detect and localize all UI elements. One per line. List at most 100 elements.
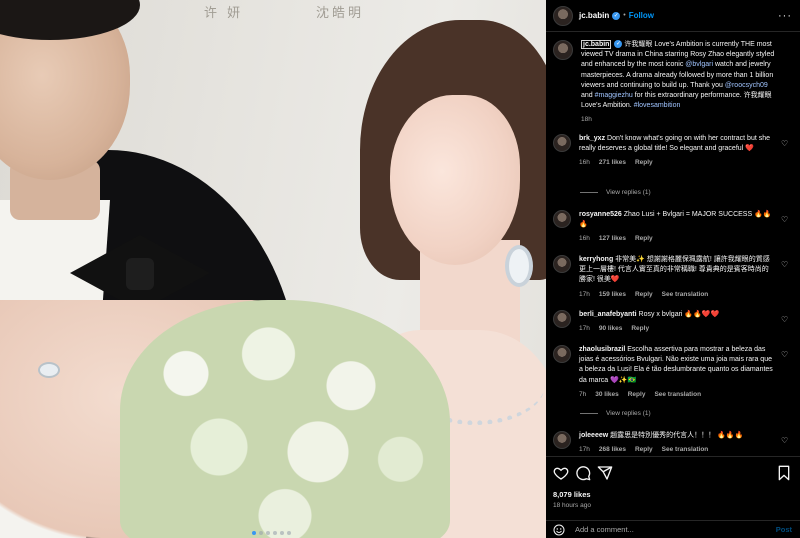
comment-meta: 17h 159 likes Reply See translation xyxy=(579,290,775,300)
comment-time[interactable]: 16h xyxy=(579,234,590,244)
comment-time[interactable]: 17h xyxy=(579,445,590,455)
add-comment-bar: Post xyxy=(546,520,800,538)
reply-button[interactable]: Reply xyxy=(631,324,649,334)
commenter-avatar[interactable] xyxy=(553,255,571,273)
share-icon[interactable] xyxy=(597,465,613,481)
comment-likes[interactable]: 127 likes xyxy=(599,234,626,244)
caption-avatar[interactable] xyxy=(553,40,573,60)
bowtie-knot xyxy=(126,258,154,290)
mention-link[interactable]: #maggiezhu xyxy=(595,92,633,99)
earring xyxy=(505,245,533,287)
comment-username[interactable]: rosyanne526 xyxy=(579,211,622,218)
bride-face xyxy=(390,95,520,265)
comment-username[interactable]: berli_anafebyanti xyxy=(579,311,637,318)
comment-likes[interactable]: 268 likes xyxy=(599,445,626,455)
comment-username[interactable]: kerryhong xyxy=(579,256,613,263)
bookmark-icon[interactable] xyxy=(776,465,792,481)
comment-input[interactable] xyxy=(575,525,745,534)
view-replies-button[interactable]: View replies (1) xyxy=(580,410,651,417)
post-side-panel: jc.babin ✓ • Follow ··· jc.babin ✓ 许我耀眼 L… xyxy=(546,0,800,538)
carousel-dot[interactable] xyxy=(259,531,263,535)
heart-icon[interactable]: ♡ xyxy=(781,351,789,359)
comment-username[interactable]: zhaolusibrazil xyxy=(579,346,625,353)
post-button[interactable]: Post xyxy=(776,525,792,534)
comment-time[interactable]: 7h xyxy=(579,390,586,400)
follow-button[interactable]: Follow xyxy=(629,11,654,20)
heart-icon[interactable]: ♡ xyxy=(781,216,789,224)
see-translation-button[interactable]: See translation xyxy=(662,290,709,300)
carousel-dot[interactable] xyxy=(287,531,291,535)
heart-icon[interactable]: ♡ xyxy=(781,261,789,269)
carousel-dot[interactable] xyxy=(280,531,284,535)
comment-meta: 7h 30 likes Reply See translation xyxy=(579,390,775,400)
comment-username[interactable]: brk_yxz xyxy=(579,135,605,142)
caption-username[interactable]: jc.babin xyxy=(581,40,612,49)
likes-count[interactable]: 8,079 likes xyxy=(553,490,591,499)
carousel-dots xyxy=(252,531,291,535)
reply-button[interactable]: Reply xyxy=(635,445,653,455)
comment-body: rosyanne526 Zhao Lusi + Bvlgari = MAJOR … xyxy=(579,210,775,245)
post-caption: jc.babin ✓ 许我耀眼 Love's Ambition is curren… xyxy=(553,40,793,126)
see-translation-button[interactable]: See translation xyxy=(662,445,709,455)
separator-dot: • xyxy=(623,12,626,19)
comment-time[interactable]: 17h xyxy=(579,324,590,334)
author-avatar[interactable] xyxy=(553,5,573,26)
hashtag-link[interactable]: #lovesambition xyxy=(634,102,681,109)
post-time: 18 hours ago xyxy=(553,502,591,509)
comment-username[interactable]: joleeeew xyxy=(579,432,608,439)
carousel-dot[interactable] xyxy=(273,531,277,535)
comment-body: zhaolusibrazil Escolha assertiva para mo… xyxy=(579,345,775,400)
commenter-avatar[interactable] xyxy=(553,210,571,228)
bouquet xyxy=(120,300,450,538)
comment-body: kerryhong 非常美✨ 想謝謝格麗保珮露航! 讓許我耀眼的質感更上一層樓!… xyxy=(579,255,775,300)
comment-body: berli_anafebyanti Rosy x bvlgari 🔥🔥❤️❤️ … xyxy=(579,310,775,334)
comment-item: brk_yxz Don't know what's going on with … xyxy=(553,134,793,169)
see-translation-button[interactable]: See translation xyxy=(654,390,701,400)
divider xyxy=(580,192,598,193)
commenter-avatar[interactable] xyxy=(553,345,571,363)
comment-body: joleeeew 趙露思是特別優秀的代言人！！！ 🔥🔥🔥 17h 268 lik… xyxy=(579,431,775,455)
comment-item: zhaolusibrazil Escolha assertiva para mo… xyxy=(553,345,793,400)
heart-icon[interactable]: ♡ xyxy=(781,437,789,445)
emoji-icon[interactable] xyxy=(553,524,565,536)
caption-body: jc.babin ✓ 许我耀眼 Love's Ambition is curren… xyxy=(581,40,777,126)
comment-meta: 17h 268 likes Reply See translation xyxy=(579,445,775,455)
view-replies-label: View replies (1) xyxy=(606,410,651,417)
post-image[interactable]: 许 妍 沈皓明 xyxy=(0,0,546,538)
comment-time[interactable]: 16h xyxy=(579,158,590,168)
carousel-dot[interactable] xyxy=(252,531,256,535)
reply-button[interactable]: Reply xyxy=(635,290,653,300)
comment-likes[interactable]: 271 likes xyxy=(599,158,626,168)
post-header: jc.babin ✓ • Follow ··· xyxy=(546,0,800,32)
commenter-avatar[interactable] xyxy=(553,310,571,328)
author-username[interactable]: jc.babin xyxy=(579,11,609,20)
commenter-avatar[interactable] xyxy=(553,431,571,449)
mention-link[interactable]: @bvlgari xyxy=(685,61,713,68)
comment-item: joleeeew 趙露思是特別優秀的代言人！！！ 🔥🔥🔥 17h 268 lik… xyxy=(553,431,793,455)
view-replies-button[interactable]: View replies (1) xyxy=(580,189,651,196)
carousel-dot[interactable] xyxy=(266,531,270,535)
heart-icon[interactable] xyxy=(553,465,569,481)
caption-time[interactable]: 18h xyxy=(581,115,592,125)
reply-button[interactable]: Reply xyxy=(635,158,653,168)
heart-icon[interactable]: ♡ xyxy=(781,140,789,148)
comment-text: Rosy x bvlgari 🔥🔥❤️❤️ xyxy=(636,311,720,318)
comment-text: 趙露思是特別優秀的代言人！！！ 🔥🔥🔥 xyxy=(608,432,744,439)
comment-meta: 16h 271 likes Reply xyxy=(579,158,775,168)
reply-button[interactable]: Reply xyxy=(635,234,653,244)
heart-icon[interactable]: ♡ xyxy=(781,316,789,324)
comment-likes[interactable]: 159 likes xyxy=(599,290,626,300)
image-caption-left: 许 妍 xyxy=(204,6,244,21)
commenter-avatar[interactable] xyxy=(553,134,571,152)
comment-icon[interactable] xyxy=(575,465,591,481)
more-icon[interactable]: ··· xyxy=(778,10,792,22)
comment-likes[interactable]: 90 likes xyxy=(599,324,623,334)
comment-item: kerryhong 非常美✨ 想謝謝格麗保珮露航! 讓許我耀眼的質感更上一層樓!… xyxy=(553,255,793,300)
comment-meta: 16h 127 likes Reply xyxy=(579,234,775,244)
comment-time[interactable]: 17h xyxy=(579,290,590,300)
comment-body: brk_yxz Don't know what's going on with … xyxy=(579,134,775,169)
comment-likes[interactable]: 30 likes xyxy=(595,390,619,400)
reply-button[interactable]: Reply xyxy=(628,390,646,400)
mention-link[interactable]: @roocsych09 xyxy=(725,82,768,89)
verified-icon: ✓ xyxy=(612,11,621,20)
